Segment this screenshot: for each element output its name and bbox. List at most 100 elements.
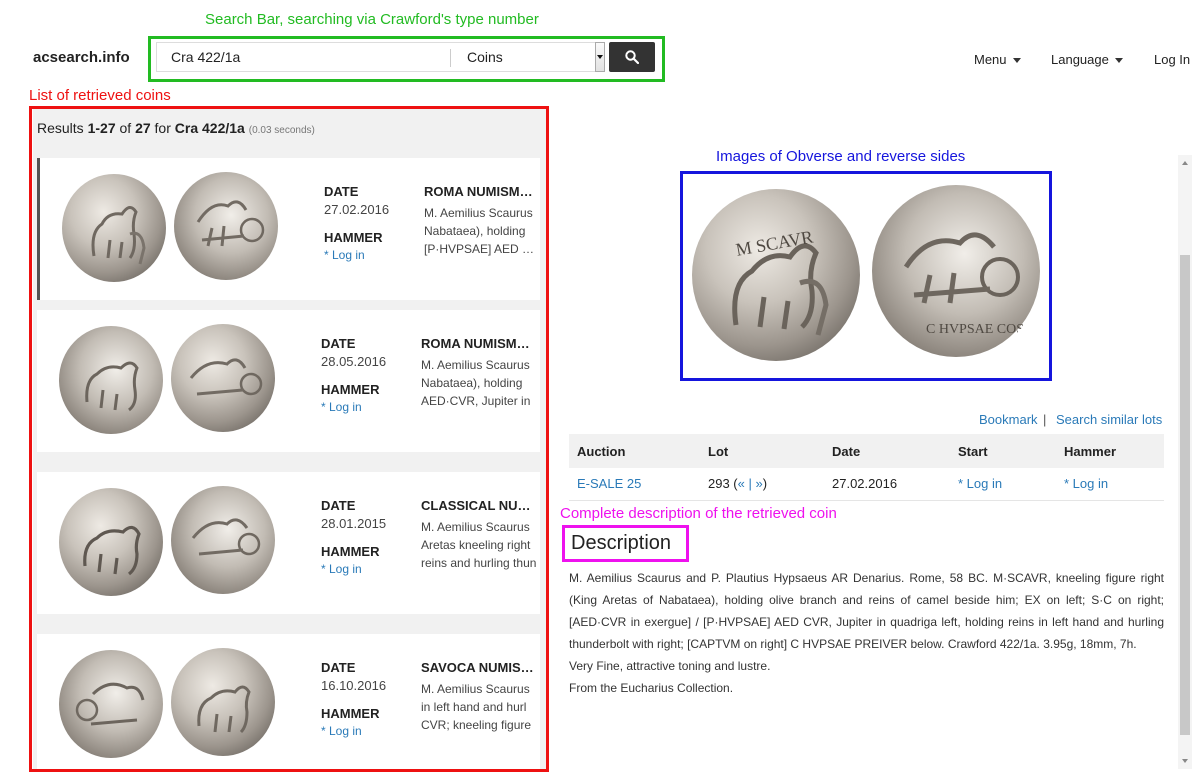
caret-down-icon [1013, 58, 1022, 64]
column-header: Auction [569, 434, 700, 468]
results-total: 27 [135, 120, 151, 136]
results-for: for [150, 120, 175, 136]
column-header: Hammer [1056, 434, 1164, 468]
bookmark-link[interactable]: Bookmark [979, 412, 1038, 427]
lot-description-line: M. Aemilius Scaurus [421, 520, 530, 534]
search-separator [450, 49, 451, 67]
auction-house: ROMA NUMISMATICS [421, 336, 537, 351]
hammer-label: HAMMER [321, 706, 380, 721]
reverse-coin-image [171, 486, 275, 594]
caret-down-icon [597, 55, 603, 59]
hammer-login-link[interactable]: * Log in [324, 248, 365, 262]
coin-images [57, 644, 285, 764]
login-link[interactable]: Log In [1154, 52, 1190, 67]
results-range: 1-27 [87, 120, 116, 136]
search-input[interactable] [157, 43, 437, 71]
hammer-label: HAMMER [324, 230, 383, 245]
detail-scrollbar[interactable] [1178, 155, 1192, 769]
reverse-coin-image [171, 648, 275, 756]
hammer-login-link[interactable]: * Log in [1064, 476, 1108, 491]
links-separator: | [1043, 412, 1047, 427]
coin-images [57, 320, 285, 440]
hammer-login-link[interactable]: * Log in [321, 562, 362, 576]
obverse-coin-image [59, 650, 163, 758]
date-label: DATE [321, 660, 356, 675]
date-label: DATE [324, 184, 359, 199]
lot-number: 293 ( [708, 476, 738, 492]
auction-house: CLASSICAL NUMISMATIC [421, 498, 537, 513]
column-header: Lot [700, 434, 824, 468]
table-row: E-SALE 25 293 (« | ») 27.02.2016 * Log i… [569, 468, 1164, 501]
result-card[interactable]: DATE 28.05.2016 HAMMER * Log in ROMA NUM… [37, 310, 540, 452]
search-bar-annotation: Search Bar, searching via Crawford's typ… [205, 11, 539, 28]
description-provenance: From the Eucharius Collection. [569, 681, 734, 695]
description-paragraph: M. Aemilius Scaurus and P. Plautius Hyps… [569, 571, 1164, 651]
hammer-label: HAMMER [321, 382, 380, 397]
coin-images [60, 168, 288, 288]
coin-images [57, 482, 285, 602]
search-field[interactable]: Coins [156, 42, 596, 72]
menu-dropdown[interactable]: Menu [974, 52, 1022, 67]
prev-lot-link[interactable]: « [738, 476, 745, 491]
reverse-large-image[interactable]: C HVPSAE COS [870, 183, 1042, 359]
results-list: Results 1-27 of 27 for Cra 422/1a (0.03 … [33, 108, 546, 769]
scroll-up-icon [1182, 161, 1188, 165]
svg-text:C HVPSAE COS: C HVPSAE COS [926, 322, 1024, 337]
description-annotation: Complete description of the retrieved co… [560, 505, 837, 522]
date-cell: 27.02.2016 [824, 468, 950, 501]
obverse-coin-image [59, 326, 163, 434]
results-prefix: Results [37, 120, 88, 136]
language-dropdown[interactable]: Language [1051, 52, 1124, 67]
reverse-coin-image [171, 324, 275, 432]
hammer-login-link[interactable]: * Log in [321, 724, 362, 738]
auction-table: Auction Lot Date Start Hammer E-SALE 25 … [569, 434, 1164, 501]
obverse-coin-image [62, 174, 166, 282]
result-card[interactable]: DATE 27.02.2016 HAMMER * Log in ROMA NUM… [37, 158, 540, 300]
search-button[interactable] [609, 42, 655, 72]
site-logo[interactable]: acsearch.info [33, 49, 130, 66]
column-header: Start [950, 434, 1056, 468]
lot-description-line: AED·CVR, Jupiter in [421, 394, 531, 408]
results-time: (0.03 seconds) [248, 125, 315, 136]
result-card[interactable]: DATE 16.10.2016 HAMMER * Log in SAVOCA N… [37, 634, 540, 769]
lot-description-line: M. Aemilius Scaurus [421, 358, 530, 372]
category-dropdown-toggle[interactable] [595, 42, 605, 72]
menu-label: Menu [974, 52, 1007, 67]
coins-list-annotation: List of retrieved coins [29, 87, 171, 104]
lot-nav-separator: | [744, 476, 756, 492]
similar-lots-link[interactable]: Search similar lots [1056, 412, 1162, 427]
next-lot-link[interactable]: » [755, 476, 762, 491]
auction-link[interactable]: E-SALE 25 [577, 476, 641, 491]
description-grade: Very Fine, attractive toning and lustre. [569, 659, 771, 673]
start-login-link[interactable]: * Log in [958, 476, 1002, 491]
language-label: Language [1051, 52, 1109, 67]
sale-date: 16.10.2016 [321, 678, 387, 693]
top-navbar: acsearch.info Coins Menu Language Log In [0, 30, 1196, 86]
sale-date: 28.01.2015 [321, 516, 387, 531]
lot-description-line: CVR; kneeling figure [421, 718, 532, 732]
lot-description-line: Nabataea), holding [424, 224, 526, 238]
search-bar: Coins [153, 39, 658, 75]
reverse-coin-image [174, 172, 278, 280]
scroll-down-icon [1182, 759, 1188, 763]
search-icon [625, 50, 639, 64]
result-card[interactable]: DATE 28.01.2015 HAMMER * Log in CLASSICA… [37, 472, 540, 614]
lot-description-line: M. Aemilius Scaurus [421, 682, 530, 696]
auction-house: ROMA NUMISMATICS [424, 184, 540, 199]
lot-cell-end: ) [762, 476, 768, 492]
lot-cell: 293 (« | ») [700, 468, 824, 501]
scrollbar-thumb[interactable] [1180, 255, 1190, 735]
results-summary: Results 1-27 of 27 for Cra 422/1a (0.03 … [37, 120, 315, 136]
lot-description-line: reins and hurling thun [421, 556, 537, 570]
lot-description-line: Nabataea), holding [421, 376, 523, 390]
hammer-label: HAMMER [321, 544, 380, 559]
description-heading: Description [571, 532, 672, 554]
sale-date: 28.05.2016 [321, 354, 387, 369]
results-of: of [115, 120, 136, 136]
category-select[interactable]: Coins [467, 49, 503, 65]
hammer-login-link[interactable]: * Log in [321, 400, 362, 414]
lot-description-line: [P·HVPSAE] AED CVR [424, 242, 540, 256]
auction-house: SAVOCA NUMISMATIK [421, 660, 537, 675]
obverse-large-image[interactable]: M SCAVR [690, 187, 862, 363]
lot-description-line: M. Aemilius Scaurus [424, 206, 533, 220]
